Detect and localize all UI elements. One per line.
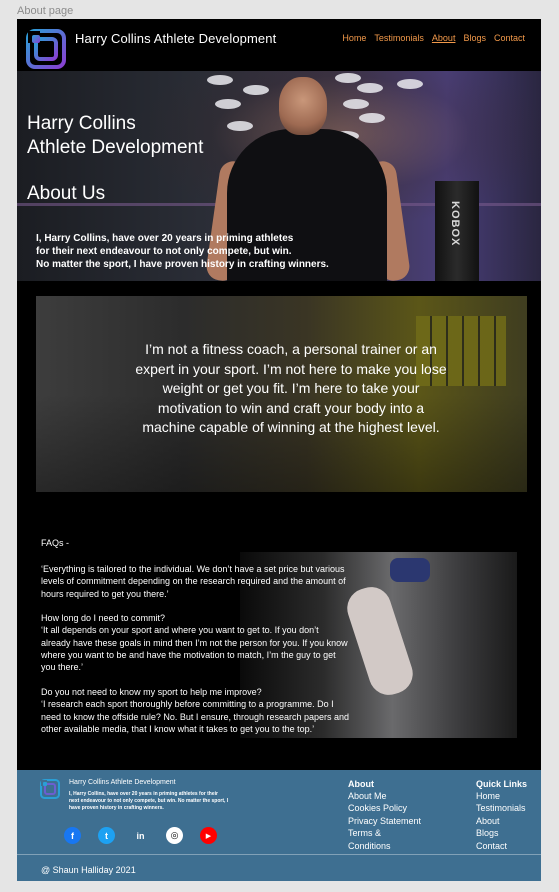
footer-link-about-me[interactable]: About Me: [348, 790, 421, 802]
quote-line: weight or get you fit. I’m here to take …: [162, 380, 420, 396]
hero-description: I, Harry Collins, have over 20 years in …: [36, 232, 396, 271]
hero-title: Harry Collins Athlete Development: [27, 112, 203, 160]
footer-link-blogs[interactable]: Blogs: [476, 827, 526, 839]
mission-quote-text: I’m not a fitness coach, a personal trai…: [116, 340, 466, 438]
nav-testimonials[interactable]: Testimonials: [374, 33, 424, 43]
faq-image-dumbbell: [390, 558, 430, 582]
footer-about-heading: About: [348, 779, 374, 789]
footer-link-terms[interactable]: Terms &: [348, 827, 421, 839]
footer-link-about[interactable]: About: [476, 815, 526, 827]
faq-line: ‘It all depends on your sport and where …: [41, 625, 319, 636]
hero-title-line2: Athlete Development: [27, 137, 204, 158]
faq-line: hours required to get you there.’: [41, 588, 169, 599]
punching-bag-brand: KOBOX: [449, 201, 461, 247]
copyright: @ Shaun Halliday 2021: [41, 865, 136, 875]
faq-line: you there.’: [41, 662, 84, 673]
faq-line: need to know the offside rule? No. But I…: [41, 711, 350, 722]
nav-contact[interactable]: Contact: [494, 33, 525, 43]
instagram-icon[interactable]: ◎: [166, 827, 183, 844]
quote-line: I’m not a fitness coach, a personal trai…: [145, 341, 437, 357]
frame-label: About page: [17, 5, 74, 17]
nav-about[interactable]: About: [432, 33, 456, 43]
faq-commitment: How long do I need to commit? ‘It all de…: [41, 612, 381, 673]
facebook-icon[interactable]: f: [64, 827, 81, 844]
footer-link-cookies[interactable]: Cookies Policy: [348, 802, 421, 814]
faq-line: where you want to be and have the motiva…: [41, 649, 336, 660]
footer-divider: [17, 854, 541, 855]
faq-sport-knowledge: Do you not need to know my sport to help…: [41, 686, 381, 735]
mission-quote-panel: I’m not a fitness coach, a personal trai…: [36, 296, 527, 492]
main-nav: Home Testimonials About Blogs Contact: [342, 33, 525, 43]
hero-person-head: [279, 77, 327, 135]
quote-line: machine capable of winning at the highes…: [142, 419, 440, 435]
footer-link-testimonials[interactable]: Testimonials: [476, 802, 526, 814]
hero-desc-line: I, Harry Collins, have over 20 years in …: [36, 233, 294, 244]
footer-description: I, Harry Collins, have over 20 years in …: [69, 791, 229, 811]
quote-line: motivation to win and craft your body in…: [157, 399, 425, 416]
faq-line: levels of commitment depending on the re…: [41, 576, 346, 587]
social-links: f t in ◎ ▶: [64, 827, 217, 844]
footer-quick-links: Home Testimonials About Blogs Contact: [476, 790, 526, 852]
hero-title-line1: Harry Collins: [27, 113, 136, 134]
footer-link-conditions[interactable]: Conditions: [348, 840, 421, 852]
footer-about-links: About Me Cookies Policy Privacy Statemen…: [348, 790, 421, 852]
faq-line: already have these goals in mind then I’…: [41, 637, 348, 648]
linkedin-icon[interactable]: in: [132, 827, 149, 844]
site-footer: Harry Collins Athlete Development I, Har…: [17, 770, 541, 881]
hero-desc-line: for their next endeavour to not only com…: [36, 246, 292, 257]
brand-logo-icon[interactable]: [26, 29, 66, 69]
footer-brand: Harry Collins Athlete Development: [69, 779, 176, 786]
faq-title: FAQs -: [41, 538, 70, 548]
twitter-icon[interactable]: t: [98, 827, 115, 844]
nav-blogs[interactable]: Blogs: [463, 33, 486, 43]
faq-line: ‘Everything is tailored to the individua…: [41, 564, 345, 574]
site-header: Harry Collins Athlete Development Home T…: [17, 19, 541, 71]
nav-home[interactable]: Home: [342, 33, 366, 43]
faq-line: ‘I research each sport thoroughly before…: [41, 699, 334, 710]
about-page-artboard: Harry Collins Athlete Development Home T…: [17, 19, 541, 881]
footer-link-contact[interactable]: Contact: [476, 840, 526, 852]
footer-link-home[interactable]: Home: [476, 790, 526, 802]
quote-line: expert in your sport. I’m not here to ma…: [135, 360, 447, 377]
footer-logo-icon[interactable]: [40, 779, 60, 799]
faq-question: How long do I need to commit?: [41, 613, 166, 623]
about-us-heading: About Us: [27, 183, 106, 204]
brand-name[interactable]: Harry Collins Athlete Development: [75, 31, 276, 46]
faq-question: Do you not need to know my sport to help…: [41, 687, 262, 697]
footer-quick-links-heading: Quick Links: [476, 779, 528, 789]
hero-desc-line: No matter the sport, I have proven histo…: [36, 259, 329, 270]
hero-banner: KOBOX Harry Collins Athlete Development …: [17, 71, 541, 281]
faq-answer-pricing: ‘Everything is tailored to the individua…: [41, 563, 381, 600]
faq-line: other available media, that I know what …: [41, 723, 315, 734]
youtube-icon[interactable]: ▶: [200, 827, 217, 844]
footer-link-privacy[interactable]: Privacy Statement: [348, 815, 421, 827]
